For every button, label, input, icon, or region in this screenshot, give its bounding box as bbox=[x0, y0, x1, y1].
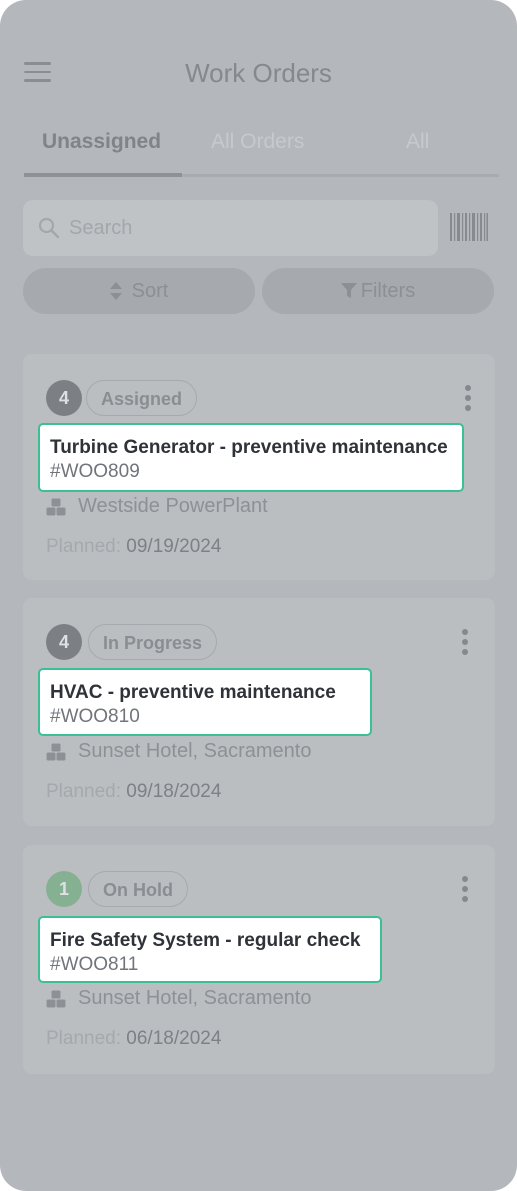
status-badge: On Hold bbox=[88, 871, 188, 907]
barcode-icon[interactable] bbox=[450, 213, 488, 241]
planned-date: Planned: 09/19/2024 bbox=[46, 536, 221, 558]
order-id: #WOO810 bbox=[50, 706, 140, 727]
filter-icon bbox=[340, 283, 357, 298]
sort-label: Sort bbox=[131, 279, 169, 302]
location-cubes-icon bbox=[46, 743, 66, 760]
kebab-icon[interactable] bbox=[465, 385, 471, 415]
tab-active-indicator bbox=[24, 173, 182, 177]
order-id: #WOO809 bbox=[50, 461, 140, 482]
search-placeholder: Search bbox=[69, 217, 133, 239]
kebab-icon[interactable] bbox=[462, 876, 468, 906]
order-name: Fire Safety System - regular check bbox=[50, 930, 361, 951]
search-input[interactable]: Search bbox=[23, 200, 438, 256]
sort-button[interactable]: Sort bbox=[23, 268, 255, 314]
status-badge: In Progress bbox=[88, 624, 218, 660]
tab-bar: Unassigned All Orders All bbox=[24, 128, 499, 178]
filters-label: Filters bbox=[360, 279, 416, 302]
planned-date-value: 09/18/2024 bbox=[126, 781, 222, 802]
task-count-badge: 4 bbox=[46, 380, 82, 416]
page-title: Work Orders bbox=[185, 58, 332, 88]
order-location: Sunset Hotel, Sacramento bbox=[46, 987, 311, 1010]
status-badge: Assigned bbox=[86, 380, 198, 416]
location-text: Westside PowerPlant bbox=[78, 495, 268, 517]
location-text: Sunset Hotel, Sacramento bbox=[78, 740, 312, 762]
order-id: #WOO811 bbox=[50, 954, 139, 975]
location-cubes-icon bbox=[46, 990, 66, 1007]
task-count-badge: 4 bbox=[46, 624, 82, 660]
order-title-block[interactable]: Fire Safety System - regular check #WOO8… bbox=[38, 916, 382, 983]
order-location: Sunset Hotel, Sacramento bbox=[46, 740, 311, 763]
tab-all-orders[interactable]: All Orders bbox=[211, 130, 304, 154]
planned-date-value: 09/19/2024 bbox=[126, 536, 222, 557]
filters-button[interactable]: Filters bbox=[262, 268, 494, 314]
planned-date-value: 06/18/2024 bbox=[126, 1028, 222, 1049]
planned-date: Planned: 09/18/2024 bbox=[46, 781, 221, 803]
location-text: Sunset Hotel, Sacramento bbox=[78, 987, 312, 1009]
order-name: HVAC - preventive maintenance bbox=[50, 682, 336, 703]
tab-all[interactable]: All bbox=[406, 130, 429, 154]
planned-label: Planned: bbox=[46, 536, 122, 557]
order-title-block[interactable]: HVAC - preventive maintenance #WOO810 bbox=[38, 668, 372, 736]
tab-unassigned[interactable]: Unassigned bbox=[42, 130, 161, 154]
planned-date: Planned: 06/18/2024 bbox=[46, 1028, 221, 1050]
planned-label: Planned: bbox=[46, 1028, 122, 1049]
order-title-block[interactable]: Turbine Generator - preventive maintenan… bbox=[38, 423, 464, 492]
location-cubes-icon bbox=[46, 498, 66, 515]
app-screen: Work Orders Unassigned All Orders All Se… bbox=[0, 0, 517, 1191]
order-name: Turbine Generator - preventive maintenan… bbox=[50, 437, 448, 458]
task-count-badge: 1 bbox=[46, 871, 82, 907]
planned-label: Planned: bbox=[46, 781, 122, 802]
work-order-card[interactable]: 4 In Progress HVAC - preventive maintena… bbox=[23, 598, 495, 826]
order-location: Westside PowerPlant bbox=[46, 495, 268, 518]
search-icon bbox=[38, 217, 60, 239]
sort-icon bbox=[109, 282, 122, 300]
work-order-card[interactable]: 4 Assigned Turbine Generator - preventiv… bbox=[23, 354, 495, 580]
kebab-icon[interactable] bbox=[462, 629, 468, 659]
work-order-card[interactable]: 1 On Hold Fire Safety System - regular c… bbox=[23, 845, 495, 1074]
